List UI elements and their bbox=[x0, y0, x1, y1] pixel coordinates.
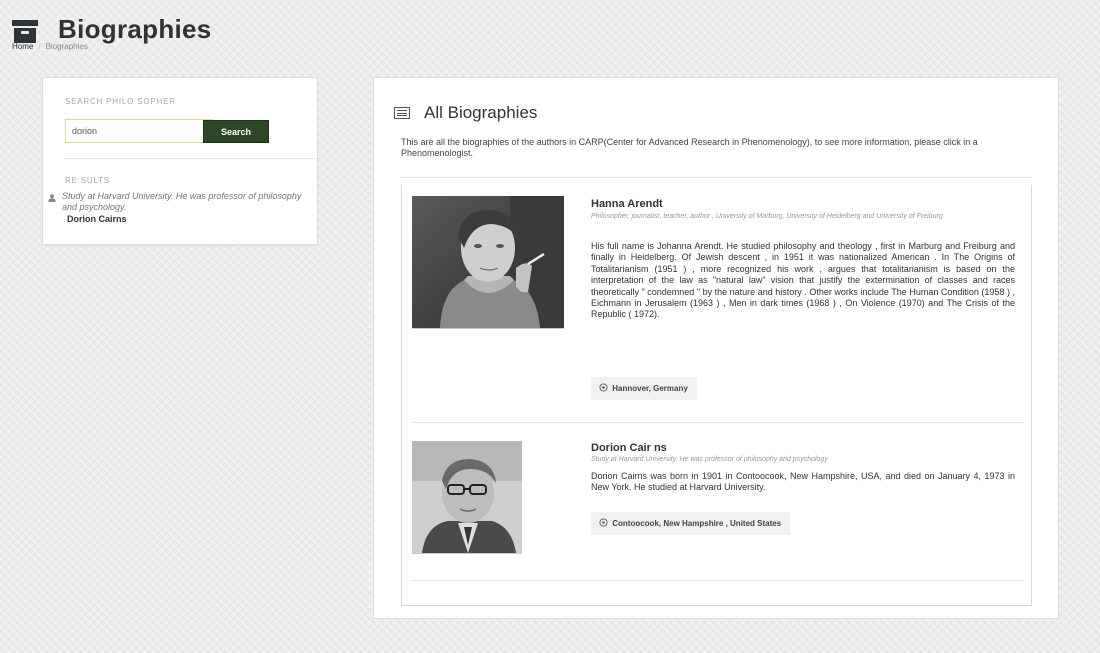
biography-name[interactable]: Dorion Cair ns bbox=[591, 442, 667, 454]
main-panel: All Biographies This are all the biograp… bbox=[373, 77, 1059, 619]
location-badge: Contoocook, New Hampshire , United State… bbox=[591, 512, 791, 535]
result-name-link[interactable]: Dorion Cairns bbox=[43, 214, 313, 224]
breadcrumb: Home / Biographies bbox=[12, 42, 88, 51]
search-input[interactable] bbox=[65, 119, 213, 143]
biography-text: His full name is Johanna Arendt. He stud… bbox=[591, 241, 1015, 320]
breadcrumb-current: Biographies bbox=[45, 42, 88, 51]
biography-text: Dorion Cairns was born in 1901 in Contoo… bbox=[591, 471, 1015, 493]
page-header: Biographies bbox=[12, 14, 212, 45]
location-text: Contoocook, New Hampshire , United State… bbox=[612, 519, 782, 528]
biography-divider bbox=[412, 422, 1024, 423]
location-badge: Hannover, Germany bbox=[591, 377, 697, 400]
list-icon bbox=[394, 107, 410, 119]
main-title: All Biographies bbox=[424, 103, 538, 122]
biography-name[interactable]: Hanna Arendt bbox=[591, 198, 663, 210]
biography-summary: Philosopher, journalist, teacher, author… bbox=[591, 213, 943, 220]
search-panel: SEARCH PHILO SOPHER Search RE SULTS Stud… bbox=[42, 77, 318, 245]
search-divider bbox=[65, 158, 315, 159]
biography-divider bbox=[412, 580, 1024, 581]
portrait-photo[interactable] bbox=[412, 196, 564, 329]
breadcrumb-separator: / bbox=[38, 42, 41, 51]
header-divider bbox=[401, 177, 1031, 178]
portrait-photo[interactable] bbox=[412, 441, 522, 554]
user-icon bbox=[48, 194, 56, 202]
main-header: All Biographies bbox=[394, 103, 537, 123]
location-text: Hannover, Germany bbox=[612, 384, 688, 393]
results-label: RE SULTS bbox=[65, 176, 110, 185]
archive-box-icon bbox=[12, 19, 38, 44]
breadcrumb-home-link[interactable]: Home bbox=[12, 42, 33, 51]
result-description: Study at Harvard University. He was prof… bbox=[62, 191, 302, 212]
search-button[interactable]: Search bbox=[203, 120, 269, 143]
biographies-list: Hanna Arendt Philosopher, journalist, te… bbox=[401, 185, 1032, 606]
biography-summary: Study at Harvard University. He was prof… bbox=[591, 456, 828, 463]
map-pin-icon bbox=[599, 518, 608, 527]
main-description: This are all the biographies of the auth… bbox=[401, 137, 978, 158]
search-label: SEARCH PHILO SOPHER bbox=[65, 97, 176, 106]
page-title: Biographies bbox=[58, 14, 212, 44]
map-pin-icon bbox=[599, 383, 608, 392]
search-result-item[interactable]: Study at Harvard University. He was prof… bbox=[43, 191, 313, 224]
